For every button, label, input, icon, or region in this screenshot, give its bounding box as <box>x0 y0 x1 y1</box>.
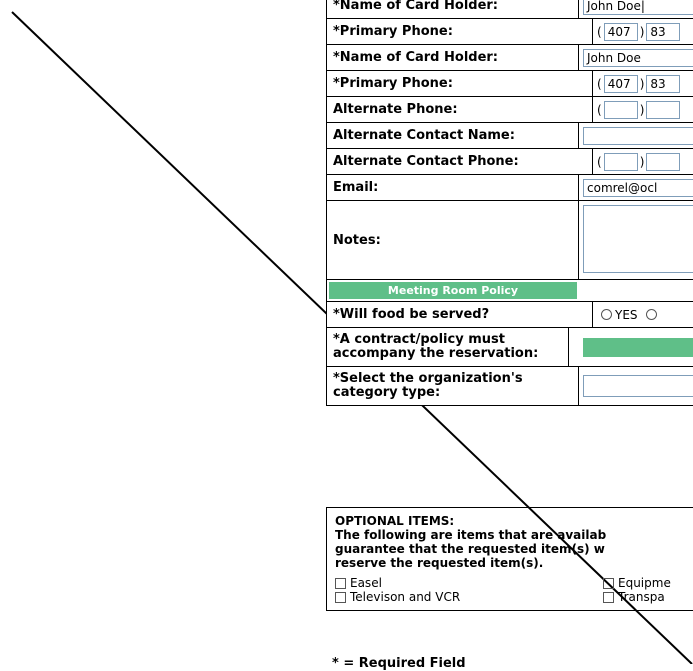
contract-row: *A contract/policy must accompany the re… <box>327 328 693 367</box>
card-holder-input[interactable]: John Doe| <box>583 0 693 15</box>
alternate-contact-name-input[interactable] <box>583 126 693 145</box>
alternate-contact-phone-row: Alternate Contact Phone: ( ) <box>327 149 693 175</box>
meeting-room-policy-link[interactable]: Meeting Room Policy <box>329 282 577 299</box>
easel-checkbox[interactable] <box>335 578 346 589</box>
email-label: Email: <box>327 175 579 200</box>
alternate-phone-label: Alternate Phone: <box>327 97 593 122</box>
primary-phone-label: *Primary Phone: <box>327 19 593 44</box>
primary-phone-row-2: *Primary Phone: ( 407 ) 83 <box>327 71 693 97</box>
card-holder-row-2: *Name of Card Holder: John Doe <box>327 45 693 71</box>
optional-line-2: guarantee that the requested item(s) w <box>335 542 605 556</box>
optional-heading: OPTIONAL ITEMS: <box>335 514 455 528</box>
notes-row: Notes: <box>327 201 693 280</box>
optional-line-1: The following are items that are availab <box>335 528 607 542</box>
phone-prefix-input-2[interactable]: 83 <box>646 74 681 93</box>
food-row: *Will food be served? YES <box>327 302 693 328</box>
card-holder-row: *Name of Card Holder: John Doe| <box>327 0 693 19</box>
alternate-contact-name-label: Alternate Contact Name: <box>327 123 579 148</box>
notes-textarea[interactable] <box>583 205 693 273</box>
view-contract-button[interactable]: V <box>583 337 693 357</box>
alternate-contact-phone-label: Alternate Contact Phone: <box>327 149 593 174</box>
equipment-label: Equipme <box>618 576 671 590</box>
transparency-checkbox[interactable] <box>603 592 614 603</box>
contract-label: *A contract/policy must accompany the re… <box>327 328 569 366</box>
email-row: Email: comrel@ocl <box>327 175 693 201</box>
food-yes-radio[interactable] <box>601 309 612 320</box>
food-label: *Will food be served? <box>327 302 593 327</box>
alt-prefix-input[interactable] <box>646 100 681 119</box>
alternate-contact-name-row: Alternate Contact Name: <box>327 123 693 149</box>
card-holder-label-2: *Name of Card Holder: <box>327 45 579 70</box>
primary-phone-label-2: *Primary Phone: <box>327 71 593 96</box>
food-no-radio[interactable] <box>645 309 657 320</box>
area-code-input[interactable]: 407 <box>603 22 638 41</box>
tv-vcr-checkbox[interactable] <box>335 592 346 603</box>
alternate-phone-row: Alternate Phone: ( ) <box>327 97 693 123</box>
reservation-form: *Name of Card Holder: John Doe| *Primary… <box>326 0 693 406</box>
card-holder-input-2[interactable]: John Doe <box>583 48 693 67</box>
category-row: *Select the organization's category type… <box>327 367 693 405</box>
card-holder-label: *Name of Card Holder: <box>327 0 579 18</box>
area-code-input-2[interactable]: 407 <box>603 74 638 93</box>
phone-prefix-input[interactable]: 83 <box>646 22 681 41</box>
easel-label: Easel <box>350 576 382 590</box>
notes-label: Notes: <box>327 201 579 279</box>
alt-contact-prefix-input[interactable] <box>646 152 681 171</box>
email-input[interactable]: comrel@ocl <box>583 178 693 197</box>
primary-phone-row: *Primary Phone: ( 407 ) 83 <box>327 19 693 45</box>
transparency-label: Transpa <box>618 590 665 604</box>
category-label: *Select the organization's category type… <box>327 367 579 405</box>
optional-items-box: OPTIONAL ITEMS: The following are items … <box>326 507 693 611</box>
food-yes-label: YES <box>615 307 638 322</box>
equipment-checkbox[interactable] <box>603 578 614 589</box>
tv-vcr-label: Televison and VCR <box>350 590 461 604</box>
policy-row: Meeting Room Policy <box>327 280 693 302</box>
alt-contact-area-input[interactable] <box>603 152 638 171</box>
optional-line-3: reserve the requested item(s). <box>335 556 544 570</box>
alt-area-code-input[interactable] <box>603 100 638 119</box>
category-select[interactable] <box>583 375 693 397</box>
